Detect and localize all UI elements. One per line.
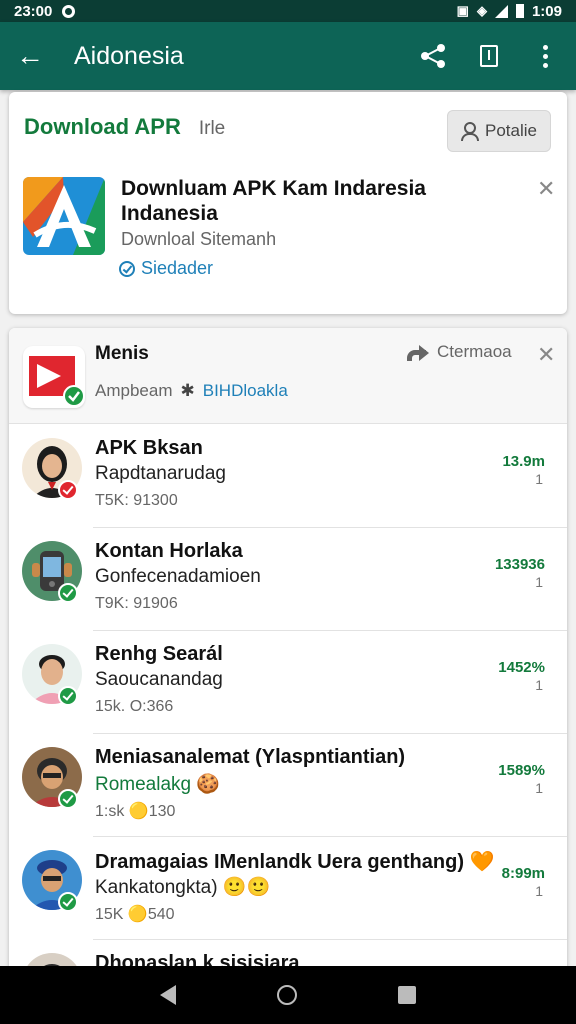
notification-icon: [62, 4, 76, 18]
channel-meta-left: Ampbeam: [95, 381, 173, 400]
row-value: 1589%: [498, 762, 545, 779]
row-subtitle: Romealakg 🍪: [95, 774, 221, 795]
row-count: 1: [535, 471, 543, 487]
status-time: 23:00: [14, 2, 53, 20]
verified-status-label: Siedader: [141, 258, 214, 278]
row-title: Dramagaias IMenlandk Uera genthang) 🧡: [95, 851, 495, 873]
status-badge: [58, 583, 78, 603]
verified-status: Siedader: [119, 258, 213, 279]
row-count: 1: [535, 574, 543, 590]
status-clock: 1:09: [531, 2, 562, 20]
signal-icon: [494, 4, 508, 18]
bluetooth-icon: ✱: [180, 381, 195, 400]
row-count: 1: [535, 883, 543, 899]
row-title: Kontan Horlaka: [95, 540, 243, 562]
more-options-button[interactable]: [530, 41, 560, 71]
row-subtitle: Gonfecenadamioen: [95, 566, 261, 587]
nfc-icon: ▣: [456, 3, 469, 18]
check-circle-icon: [119, 260, 135, 277]
channel-tag[interactable]: BIHDloakla: [203, 381, 288, 401]
status-time-group: 23:00: [14, 2, 76, 20]
list-item[interactable]: Renhg Searál Saoucanandag 15k. O:366 145…: [9, 631, 567, 734]
list-item[interactable]: APK Bksan Rapdtanarudag T5K: 91300 13.9m…: [9, 425, 567, 528]
app-bar: ← Aidonesia: [0, 22, 576, 90]
channel-header: Menis Ampbeam ✱ BIHDloakla Ctermaoa ✕: [9, 328, 567, 424]
app-name[interactable]: Downluam APK Kam Indaresia Indanesia: [121, 176, 481, 226]
app-logo-icon: [23, 177, 105, 255]
status-badge: [58, 892, 78, 912]
row-count: 1: [535, 677, 543, 693]
row-subtitle: Saoucanandag: [95, 669, 223, 690]
nav-home-icon[interactable]: [276, 985, 297, 1005]
status-bar: 23:00 ▣ ◈ 1:09: [0, 0, 576, 22]
row-meta: T9K: 91906: [95, 595, 178, 612]
close-icon[interactable]: ✕: [537, 342, 555, 368]
profile-button-label: Potalie: [485, 121, 537, 140]
status-badge: [58, 480, 78, 500]
person-icon: [461, 122, 479, 141]
row-value: 13.9m: [502, 453, 545, 470]
system-nav-bar: [0, 966, 576, 1024]
list-item[interactable]: Kontan Horlaka Gonfecenadamioen T9K: 919…: [9, 528, 567, 631]
app-bar-title: Aidonesia: [74, 41, 184, 70]
wifi-icon: ◈: [476, 3, 487, 18]
status-badge: [58, 789, 78, 809]
channel-name: Menis: [95, 343, 149, 364]
nav-recents-icon[interactable]: [397, 986, 416, 1004]
app-subtitle: Downloal Sitemanh: [121, 229, 277, 249]
list-item[interactable]: Dhonaslan k sisisiara: [9, 940, 567, 968]
row-title: APK Bksan: [95, 437, 203, 459]
row-value: 133936: [494, 556, 545, 573]
download-card-title: Download APR: [24, 114, 181, 139]
download-card-subtitle: Irle: [198, 118, 226, 139]
row-subtitle: Rapdtanarudag: [95, 463, 226, 484]
row-title: Meniasanalemat (Ylaspntiantian): [95, 746, 406, 768]
clipboard-button[interactable]: [474, 41, 504, 71]
nav-back-icon[interactable]: [160, 985, 177, 1005]
status-icons: ▣ ◈ 1:09: [457, 3, 562, 20]
status-badge: [58, 686, 78, 706]
download-card: Download APR Irle Potalie Downluam APK K…: [9, 92, 567, 314]
row-value: 8:99m: [501, 865, 545, 882]
more-vert-icon: [542, 44, 548, 68]
share-button[interactable]: [418, 41, 448, 71]
close-icon[interactable]: ✕: [537, 176, 555, 202]
row-meta: 1:sk 🟡130: [95, 803, 176, 820]
list-item[interactable]: Dramagaias IMenlandk Uera genthang) 🧡 Ka…: [9, 837, 567, 940]
row-meta: 15k. O:366: [95, 698, 174, 715]
forward-button[interactable]: Ctermaoa: [407, 342, 512, 362]
share-icon: [421, 44, 445, 68]
forward-label: Ctermaoa: [437, 342, 512, 361]
row-subtitle: Kankatongkta) 🙂🙂: [95, 877, 271, 898]
channel-meta: Ampbeam ✱ BIHDloakla: [95, 381, 288, 401]
row-count: 1: [535, 780, 543, 796]
row-meta: T5K: 91300: [95, 492, 178, 509]
youtube-style-logo-icon: [29, 356, 85, 407]
back-arrow-icon[interactable]: ←: [16, 40, 60, 72]
list-item[interactable]: Meniasanalemat (Ylaspntiantian) Romealak…: [9, 734, 567, 837]
forward-icon: [407, 343, 429, 361]
row-meta: 15K 🟡540: [95, 906, 175, 923]
clipboard-icon: [480, 45, 498, 67]
app-bar-actions: [418, 41, 560, 71]
channel-logo: [23, 346, 85, 408]
row-title: Renhg Searál: [95, 643, 223, 665]
row-value: 1452%: [498, 659, 545, 676]
channel-card: Menis Ampbeam ✱ BIHDloakla Ctermaoa ✕ AP…: [9, 328, 567, 968]
profile-button[interactable]: Potalie: [447, 110, 551, 152]
download-card-header: Download APR Irle: [24, 114, 225, 140]
battery-icon: [515, 4, 524, 18]
